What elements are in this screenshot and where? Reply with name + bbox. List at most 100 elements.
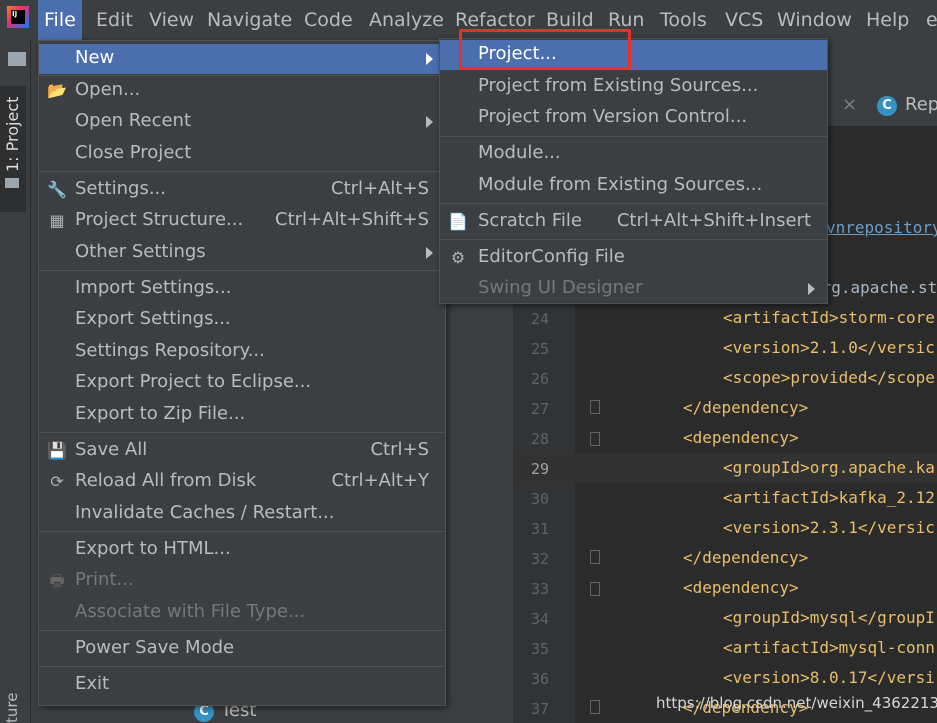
project-tab-label[interactable]: 1: Project bbox=[3, 97, 22, 172]
menu-item-label: EditorConfig File bbox=[478, 246, 625, 267]
menu-item-label: Associate with File Type... bbox=[75, 601, 306, 622]
menu-vcs[interactable]: VCS bbox=[725, 8, 763, 32]
line-number: 33 bbox=[530, 580, 549, 598]
menu-item-label: Invalidate Caches / Restart... bbox=[75, 502, 335, 523]
menu-window[interactable]: Window bbox=[777, 8, 852, 32]
code-line: <groupId>mysql</groupI bbox=[723, 608, 935, 627]
menu-navigate[interactable]: Navigate bbox=[207, 8, 292, 32]
separator bbox=[39, 666, 445, 667]
menu-item-label: Settings Repository... bbox=[75, 340, 265, 361]
code-line: <artifactId>mysql-conn bbox=[723, 638, 935, 657]
submenu-item-module[interactable]: Module... bbox=[440, 139, 827, 169]
line-number: 31 bbox=[530, 520, 549, 538]
submenu-item-project-existing[interactable]: Project from Existing Sources... bbox=[440, 72, 827, 102]
menu-help[interactable]: Help bbox=[866, 8, 909, 32]
menu-item-label: Power Save Mode bbox=[75, 637, 235, 658]
menu-item-invalidate-caches[interactable]: Invalidate Caches / Restart... bbox=[39, 499, 445, 529]
class-icon: C bbox=[877, 96, 897, 116]
code-line: <artifactId>storm-core bbox=[723, 308, 935, 327]
menu-item-label: Exit bbox=[75, 673, 110, 694]
line-number: 27 bbox=[530, 400, 549, 418]
highlight-box bbox=[459, 29, 631, 70]
code-line: </dependency> bbox=[683, 548, 809, 567]
menu-item-settings-repository[interactable]: Settings Repository... bbox=[39, 337, 445, 367]
menu-code[interactable]: Code bbox=[304, 8, 353, 32]
line-number: 35 bbox=[530, 640, 549, 658]
menu-item-exit[interactable]: Exit bbox=[39, 670, 445, 700]
menu-edit[interactable]: Edit bbox=[96, 8, 133, 32]
fold-marker-icon[interactable] bbox=[590, 432, 600, 446]
code-line: <version>2.1.0</versic bbox=[723, 338, 935, 357]
line-number: 32 bbox=[530, 550, 549, 568]
separator bbox=[39, 171, 445, 172]
separator bbox=[440, 203, 827, 204]
menu-item-open-recent[interactable]: Open Recent bbox=[39, 107, 445, 137]
code-line: <groupId>org.apache.ka bbox=[723, 458, 935, 477]
submenu-arrow-icon bbox=[426, 116, 433, 128]
menu-item-other-settings[interactable]: Other Settings bbox=[39, 238, 445, 268]
menu-item-import-settings[interactable]: Import Settings... bbox=[39, 274, 445, 304]
line-number: 30 bbox=[530, 490, 549, 508]
menu-item-export-html[interactable]: Export to HTML... bbox=[39, 535, 445, 565]
scratch-file-icon: 📄 bbox=[448, 212, 468, 231]
structure-tab-label[interactable]: ture bbox=[3, 693, 21, 723]
menu-item-label: Project Structure... bbox=[75, 209, 244, 230]
submenu-item-scratch-file[interactable]: 📄 Scratch File Ctrl+Alt+Shift+Insert bbox=[440, 207, 827, 237]
menu-item-label: Export to HTML... bbox=[75, 538, 231, 559]
save-icon: 💾 bbox=[47, 441, 67, 460]
folder-icon[interactable] bbox=[8, 52, 26, 66]
menu-file[interactable]: File bbox=[38, 0, 82, 40]
code-line: <version>2.3.1</versic bbox=[723, 518, 935, 537]
menu-item-export-settings[interactable]: Export Settings... bbox=[39, 305, 445, 335]
menu-item-label: Settings... bbox=[75, 178, 166, 199]
wrench-icon: 🔧 bbox=[47, 180, 67, 199]
separator bbox=[39, 630, 445, 631]
fold-marker-icon[interactable] bbox=[590, 582, 600, 596]
fold-marker-icon[interactable] bbox=[590, 550, 600, 564]
code-line: <version>8.0.17</versi bbox=[723, 668, 935, 687]
menu-item-label: Swing UI Designer bbox=[478, 277, 643, 298]
submenu-item-editorconfig[interactable]: ⚙ EditorConfig File bbox=[440, 243, 827, 273]
menu-item-reload-all[interactable]: ⟳ Reload All from Disk Ctrl+Alt+Y bbox=[39, 467, 445, 497]
menu-item-new[interactable]: New bbox=[39, 44, 445, 74]
menu-item-label: Reload All from Disk bbox=[75, 470, 257, 491]
menu-overflow[interactable]: e bbox=[926, 8, 937, 32]
menu-item-export-zip[interactable]: Export to Zip File... bbox=[39, 400, 445, 430]
file-menu-popup: New 📂 Open... Open Recent Close Project … bbox=[38, 40, 446, 706]
menu-item-open[interactable]: 📂 Open... bbox=[39, 76, 445, 106]
menu-item-print: 🖶 Print... bbox=[39, 566, 445, 596]
fold-marker-icon[interactable] bbox=[590, 400, 600, 414]
separator bbox=[39, 432, 445, 433]
code-line: </dependency> bbox=[683, 398, 809, 417]
line-number: 25 bbox=[530, 340, 549, 358]
code-line: <scope>provided</scope bbox=[723, 368, 935, 387]
menu-item-export-eclipse[interactable]: Export Project to Eclipse... bbox=[39, 368, 445, 398]
menu-item-power-save-mode[interactable]: Power Save Mode bbox=[39, 634, 445, 664]
new-submenu-popup: Project... Project from Existing Sources… bbox=[439, 38, 828, 304]
menu-tools[interactable]: Tools bbox=[660, 8, 707, 32]
fold-marker-icon[interactable] bbox=[590, 700, 600, 714]
submenu-arrow-icon bbox=[426, 53, 433, 65]
menu-item-shortcut: Ctrl+S bbox=[370, 439, 429, 460]
menu-item-label: Save All bbox=[75, 439, 148, 460]
menu-item-shortcut: Ctrl+Alt+Y bbox=[331, 470, 429, 491]
menu-item-label: Other Settings bbox=[75, 241, 206, 262]
menu-view[interactable]: View bbox=[149, 8, 194, 32]
url-link[interactable]: vnrepository bbox=[826, 218, 937, 237]
separator bbox=[39, 531, 445, 532]
menu-item-label: Scratch File bbox=[478, 210, 582, 231]
menu-item-close-project[interactable]: Close Project bbox=[39, 139, 445, 169]
submenu-item-module-existing[interactable]: Module from Existing Sources... bbox=[440, 171, 827, 201]
submenu-item-project-vcs[interactable]: Project from Version Control... bbox=[440, 103, 827, 133]
submenu-item-swing-ui-designer: Swing UI Designer bbox=[440, 274, 827, 304]
menu-analyze[interactable]: Analyze bbox=[369, 8, 444, 32]
menu-item-label: Export to Zip File... bbox=[75, 403, 246, 424]
menu-item-label: Module... bbox=[478, 142, 561, 163]
close-icon[interactable]: × bbox=[842, 94, 857, 115]
watermark-text: https://blog.csdn.net/weixin_43622131 bbox=[656, 694, 937, 712]
menu-item-save-all[interactable]: 💾 Save All Ctrl+S bbox=[39, 436, 445, 466]
menu-item-settings[interactable]: 🔧 Settings... Ctrl+Alt+S bbox=[39, 175, 445, 205]
menu-item-project-structure[interactable]: ▦ Project Structure... Ctrl+Alt+Shift+S bbox=[39, 206, 445, 236]
line-number: 37 bbox=[530, 700, 549, 718]
editor-tab-label[interactable]: Rep bbox=[905, 94, 937, 115]
